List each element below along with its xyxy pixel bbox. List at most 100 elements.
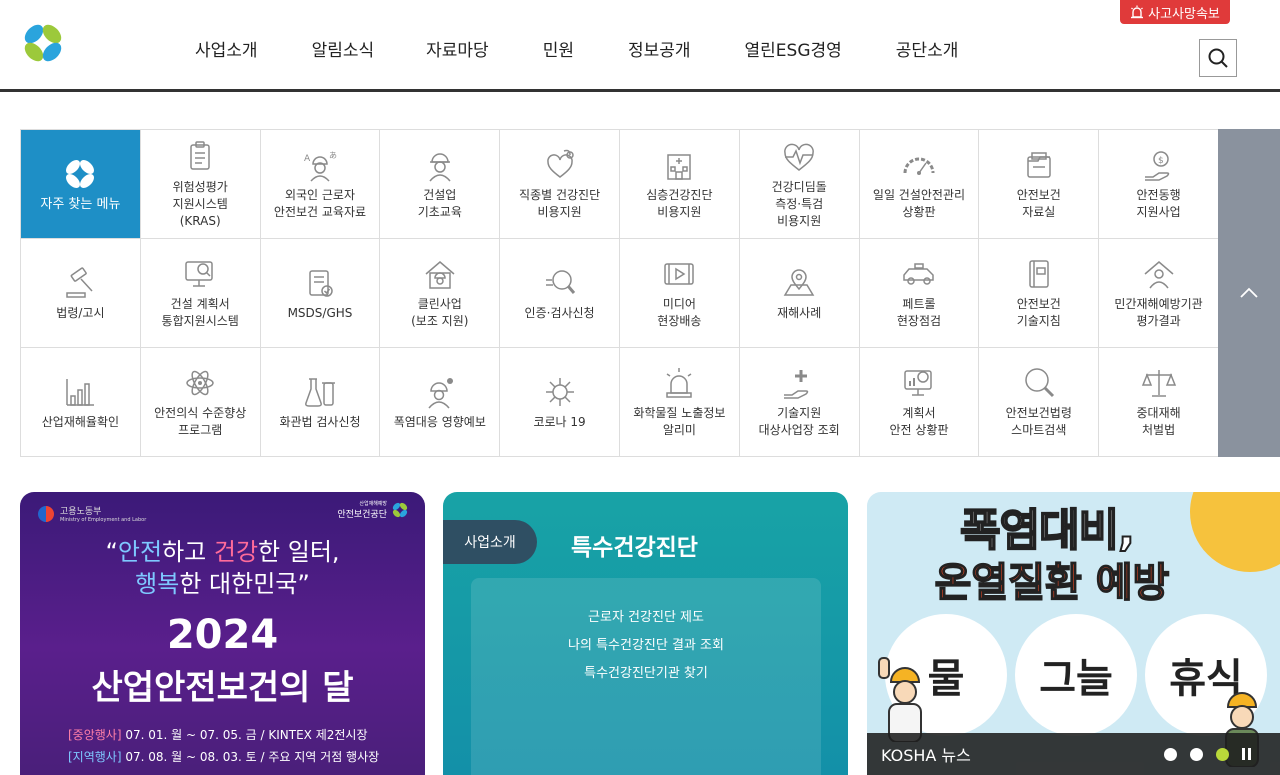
- event-detail: 07. 01. 월 ~ 07. 05. 금 / KINTEX 제2전시장: [121, 728, 368, 742]
- quick-menu-item[interactable]: 인증·검사신청: [500, 239, 620, 348]
- magnifier-icon: [542, 265, 578, 301]
- quick-menu-item[interactable]: 직종별 건강진단 비용지원: [500, 130, 620, 239]
- kosha-logo[interactable]: [20, 20, 66, 66]
- quick-menu-item[interactable]: 민간재해예방기관 평가결과: [1099, 239, 1219, 348]
- quick-menu-item[interactable]: 안전의식 수준향상 프로그램: [140, 348, 261, 457]
- virus-icon: [542, 374, 578, 410]
- quick-menu-item[interactable]: $ 안전동행 지원사업: [1099, 130, 1219, 239]
- event-detail: 07. 08. 월 ~ 08. 03. 토 / 주요 지역 거점 행사장: [121, 750, 380, 764]
- quick-menu-featured[interactable]: 자주 찾는 메뉴: [21, 130, 141, 239]
- quick-menu-item[interactable]: 건강디딤돌 측정·특검 비용지원: [739, 130, 860, 239]
- quick-menu-item[interactable]: 폭염대응 영향예보: [380, 348, 501, 457]
- heatwave-banner[interactable]: 폭염대비, 온열질환 예방 물 그늘 휴식 KOSHA 뉴스: [867, 492, 1280, 775]
- quick-menu-item[interactable]: 안전보건법령 스마트검색: [979, 348, 1100, 457]
- siren-icon: [1131, 5, 1144, 19]
- app: 사업소개 알림소식 자료마당 민원 정보공개 열린ESG경영 공단소개 사고사망…: [0, 0, 1280, 775]
- gauge-icon: [901, 147, 937, 183]
- quick-menu-item[interactable]: 건설업 기초교육: [380, 130, 501, 239]
- panel-link[interactable]: 나의 특수건강진단 결과 조회: [471, 634, 821, 653]
- quick-menu-item[interactable]: 코로나 19: [500, 348, 620, 457]
- quick-menu-item[interactable]: 안전보건 기술지침: [979, 239, 1100, 348]
- banner-slogan: “안전하고 건강한 일터, 행복한 대한민국”: [20, 536, 425, 600]
- nav-item[interactable]: 사업소개: [195, 36, 258, 62]
- quick-menu-item[interactable]: 심층건강진단 비용지원: [619, 130, 740, 239]
- nav-item[interactable]: 열린ESG경영: [745, 36, 842, 62]
- quick-menu-item-label: 외국인 근로자 안전보건 교육자료: [273, 188, 367, 219]
- safety-month-banner[interactable]: 고용노동부 Ministry of Employment and Labor 산…: [20, 492, 425, 775]
- quick-menu-item-label: 화관법 검사신청: [279, 414, 361, 429]
- quick-menu-item[interactable]: 페트롤 현장점검: [859, 239, 980, 348]
- quick-menu-item-label: 계획서 안전 상황판: [889, 406, 949, 437]
- search-button[interactable]: [1199, 39, 1237, 77]
- quick-menu-item[interactable]: 산업재해율확인: [21, 348, 141, 457]
- quick-menu-item[interactable]: 재해사례: [739, 239, 860, 348]
- slogan-text: 한 일터,: [258, 538, 340, 566]
- book-icon: [1021, 256, 1057, 292]
- nav-item[interactable]: 자료마당: [426, 36, 489, 62]
- gavel-icon: [62, 265, 98, 301]
- slider-dot[interactable]: [1164, 748, 1177, 761]
- nav-item[interactable]: 정보공개: [628, 36, 691, 62]
- quick-menu-item[interactable]: 화관법 검사신청: [260, 348, 381, 457]
- kosha-small-logo-icon: [392, 502, 408, 518]
- quick-menu-collapse-button[interactable]: [1218, 129, 1280, 457]
- quick-menu-item[interactable]: 계획서 안전 상황판: [859, 348, 980, 457]
- quick-menu-item[interactable]: 미디어 현장배송: [619, 239, 740, 348]
- quick-menu-item-label: 일일 건설안전관리 상황판: [872, 188, 966, 219]
- panel-links: 근로자 건강진단 제도 나의 특수건강진단 결과 조회 특수건강진단기관 찾기: [471, 578, 821, 775]
- quick-menu-featured-label: 자주 찾는 메뉴: [40, 196, 121, 212]
- quick-menu-item[interactable]: 기술지원 대상사업장 조회: [739, 348, 860, 457]
- checklist-icon: [302, 265, 338, 301]
- search-icon: [1208, 48, 1228, 68]
- patrol-car-icon: [901, 256, 937, 292]
- pause-icon[interactable]: [1242, 748, 1254, 761]
- slider-dot-active[interactable]: [1216, 748, 1229, 761]
- quick-menu-grid: 자주 찾는 메뉴 위험성평가 지원시스템 (KRAS) A あ 외국인 근로자 안전보…: [21, 130, 1219, 457]
- tip-circle: 그늘: [1015, 614, 1137, 736]
- nav-item[interactable]: 알림소식: [312, 36, 375, 62]
- hand-plus-icon: [781, 365, 817, 401]
- quick-menu-item[interactable]: 일일 건설안전관리 상황판: [859, 130, 980, 239]
- nav-item[interactable]: 공단소개: [896, 36, 959, 62]
- heartbeat-icon: [781, 139, 817, 175]
- slider-controls: [1164, 748, 1254, 761]
- monitor-chart-icon: [901, 365, 937, 401]
- quick-menu-item-label: 안전동행 지원사업: [1136, 188, 1181, 219]
- business-intro-tab[interactable]: 사업소개: [443, 520, 537, 564]
- quick-menu-item[interactable]: A あ 외국인 근로자 안전보건 교육자료: [260, 130, 381, 239]
- agency-small: 산업재해예방: [359, 501, 387, 507]
- header: 사업소개 알림소식 자료마당 민원 정보공개 열린ESG경영 공단소개 사고사망…: [0, 0, 1280, 92]
- quick-menu-item[interactable]: 클린사업 (보조 지원): [380, 239, 501, 348]
- slogan-highlight: 건강: [213, 538, 259, 566]
- quick-menu-item-label: 기술지원 대상사업장 조회: [758, 406, 840, 437]
- panel-link[interactable]: 근로자 건강진단 제도: [471, 606, 821, 625]
- alarm-light-icon: [661, 365, 697, 401]
- quick-menu-item-label: 위험성평가 지원시스템 (KRAS): [172, 179, 228, 228]
- quick-menu-item-label: 페트롤 현장점검: [896, 297, 942, 328]
- panel-title: 특수건강진단: [571, 535, 698, 561]
- quick-menu-item[interactable]: 중대재해 처벌법: [1099, 348, 1219, 457]
- bar-chart-icon: [62, 374, 98, 410]
- quick-menu-item[interactable]: 법령/고시: [21, 239, 141, 348]
- chevron-up-icon: [1240, 287, 1258, 298]
- quick-menu-item[interactable]: 안전보건 자료실: [979, 130, 1100, 239]
- svg-text:あ: あ: [329, 151, 337, 160]
- video-icon: [661, 256, 697, 292]
- quick-menu-item-label: 건강디딤돌 측정·특검 비용지원: [771, 179, 827, 228]
- quick-menu-item[interactable]: 화학물질 노출정보 알리미: [619, 348, 740, 457]
- quick-menu-item[interactable]: 건설 계획서 통합지원시스템: [140, 239, 261, 348]
- agency-name: 안전보건공단: [337, 510, 387, 520]
- slider-dot[interactable]: [1190, 748, 1203, 761]
- quick-menu-item[interactable]: 위험성평가 지원시스템 (KRAS): [140, 130, 261, 239]
- accident-news-button[interactable]: 사고사망속보: [1120, 0, 1230, 24]
- panel-link[interactable]: 특수건강진단기관 찾기: [471, 662, 821, 681]
- news-label: KOSHA 뉴스: [881, 746, 971, 765]
- nav-item[interactable]: 민원: [543, 36, 574, 62]
- quick-menu-item-label: 안전의식 수준향상 프로그램: [154, 406, 247, 437]
- stethoscope-icon: [542, 147, 578, 183]
- quick-menu-item-label: 폭염대응 영향예보: [393, 414, 486, 429]
- quick-menu-item-label: 인증·검사신청: [524, 305, 595, 320]
- quick-menu-item-label: 안전보건법령 스마트검색: [1005, 406, 1072, 437]
- slogan-highlight: 안전: [117, 538, 163, 566]
- quick-menu-item[interactable]: MSDS/GHS: [260, 239, 381, 348]
